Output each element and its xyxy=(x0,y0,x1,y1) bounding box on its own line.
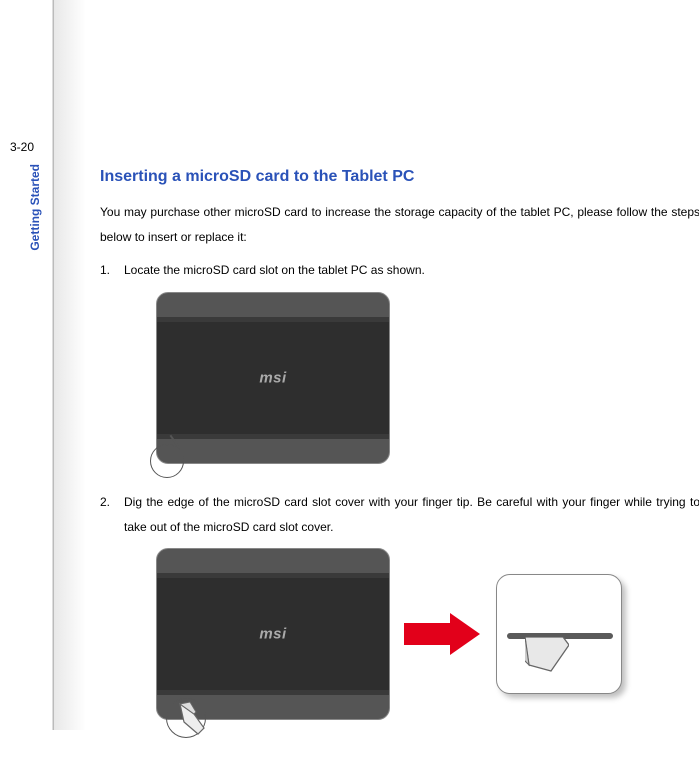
detail-panel xyxy=(496,574,622,694)
arrow-right-icon xyxy=(404,613,482,655)
step-number: 2. xyxy=(100,490,124,540)
step-text: Dig the edge of the microSD card slot co… xyxy=(124,490,699,540)
page-number: 3-20 xyxy=(10,140,34,154)
step-number: 1. xyxy=(100,258,124,283)
brand-logo: msi xyxy=(259,369,286,386)
section-tab: Getting Started xyxy=(28,164,42,251)
intro-paragraph: You may purchase other microSD card to i… xyxy=(100,200,699,250)
tablet-illustration: msi xyxy=(156,292,390,464)
step-item: 2. Dig the edge of the microSD card slot… xyxy=(100,490,699,540)
step-item: 1. Locate the microSD card slot on the t… xyxy=(100,258,699,283)
tablet-illustration: msi xyxy=(156,548,390,720)
step-text: Locate the microSD card slot on the tabl… xyxy=(124,258,425,283)
figure-2: msi xyxy=(156,548,390,720)
fingernail-icon xyxy=(174,700,214,740)
figure-2-row: msi xyxy=(156,548,699,720)
sidebar-gradient xyxy=(54,0,86,730)
figure-1: msi xyxy=(156,292,699,464)
cover-flap-icon xyxy=(525,637,569,677)
page-heading: Inserting a microSD card to the Tablet P… xyxy=(100,168,699,186)
brand-logo: msi xyxy=(259,625,286,642)
main-content: Inserting a microSD card to the Tablet P… xyxy=(100,168,699,720)
